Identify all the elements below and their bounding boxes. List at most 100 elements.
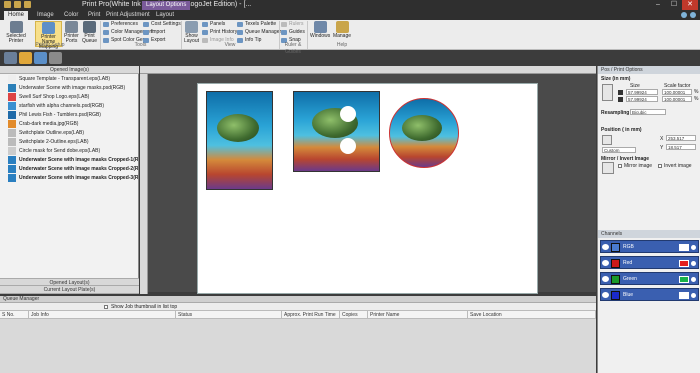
- col-save-location[interactable]: Save Location: [468, 311, 596, 319]
- mirror-image-checkbox[interactable]: [618, 164, 622, 168]
- zoom-tool-icon[interactable]: [19, 52, 32, 64]
- group-label-tools: Tools: [134, 42, 147, 48]
- channel-row-green[interactable]: Green: [600, 272, 699, 285]
- close-button[interactable]: ✕: [682, 0, 698, 10]
- channel-row-blue[interactable]: Blue: [600, 288, 699, 301]
- image-thumbnail: [8, 138, 16, 146]
- channel-color-swatch[interactable]: [679, 292, 689, 299]
- tab-home[interactable]: Home: [4, 11, 29, 20]
- minimize-button[interactable]: –: [650, 0, 666, 10]
- channel-options-icon[interactable]: [691, 277, 696, 282]
- image-list-item[interactable]: Underwater Scene with image masks.psd(RG…: [8, 84, 138, 92]
- image-list-item[interactable]: Underwater Scene with image masks Croppe…: [8, 156, 138, 164]
- channel-color-swatch[interactable]: [679, 276, 689, 283]
- tab-print-adjustment[interactable]: Print Adjustment: [102, 11, 154, 20]
- panels-button[interactable]: Panels: [202, 21, 225, 28]
- image-list-item[interactable]: Switchplate Outline.eps(LAB): [8, 129, 138, 137]
- channel-options-icon[interactable]: [691, 293, 696, 298]
- invert-image-checkbox[interactable]: [658, 164, 662, 168]
- height-field[interactable]: 57.99924: [626, 96, 658, 102]
- help-icon[interactable]: [681, 12, 687, 18]
- image-thumbnail: [8, 120, 16, 128]
- image-list-item[interactable]: Square Template - Transparent.eps(LAB): [8, 75, 138, 83]
- preferences-button[interactable]: Preferences: [103, 21, 138, 28]
- maximize-button[interactable]: ☐: [666, 0, 682, 10]
- image-list-item[interactable]: Phil Lewis Fish - Tumblers.psd(RGB): [8, 111, 138, 119]
- info-icon[interactable]: [690, 12, 696, 18]
- select-tool-icon[interactable]: [34, 52, 47, 64]
- cost-settings-button[interactable]: Cost Settings: [143, 21, 181, 28]
- mirror-image-label: Mirror image: [624, 163, 653, 169]
- scale-unit-height: %: [694, 96, 699, 102]
- channel-color-swatch[interactable]: [679, 260, 689, 267]
- col-print-run-time[interactable]: Approx. Print Run Time: [282, 311, 340, 319]
- show-thumbnail-checkbox[interactable]: [104, 305, 108, 309]
- move-tool-icon[interactable]: [4, 52, 17, 64]
- print-history-button[interactable]: Print History: [202, 29, 237, 36]
- col-copies[interactable]: Copies: [340, 311, 368, 319]
- image-list-item[interactable]: Switchplate 2-Outline.eps(LAB): [8, 138, 138, 146]
- windows-button[interactable]: Windows: [310, 21, 330, 47]
- image-list-label: Switchplate Outline.eps(LAB): [19, 130, 85, 136]
- rulers-button[interactable]: Rulers: [281, 21, 303, 28]
- scale-height-field[interactable]: 100.00001: [662, 96, 692, 102]
- channel-thumbnail: [611, 291, 620, 300]
- image-list-item[interactable]: starfish with alpha channels.psd(RGB): [8, 102, 138, 110]
- channel-row-red[interactable]: Red: [600, 256, 699, 269]
- image-thumbnail: [8, 111, 16, 119]
- eye-icon[interactable]: [602, 276, 609, 282]
- image-list-item[interactable]: Swell Surf Shop Logo.eps(LAB): [8, 93, 138, 101]
- channel-options-icon[interactable]: [691, 245, 696, 250]
- x-position-field[interactable]: 253.517: [666, 135, 696, 141]
- col-job-info[interactable]: Job Info: [29, 311, 176, 319]
- channel-row-rgb[interactable]: RGB: [600, 240, 699, 253]
- width-field[interactable]: 57.99924: [626, 89, 658, 95]
- group-label-ruler-guides: Ruler & Guides: [284, 42, 302, 55]
- queue-manager-button[interactable]: Queue Manager: [237, 29, 281, 36]
- tab-layout[interactable]: Layout: [152, 11, 178, 20]
- lock-aspect-icon[interactable]: [602, 84, 613, 101]
- image-list-item[interactable]: Circle mask for Send dobe.eps(LAB): [8, 147, 138, 155]
- layout-image-1[interactable]: [206, 91, 273, 190]
- col-printer-name[interactable]: Printer Name: [368, 311, 468, 319]
- position-anchor-icon[interactable]: [602, 135, 612, 145]
- app-icon[interactable]: [4, 1, 11, 8]
- quick-open-icon[interactable]: [24, 1, 31, 8]
- title-bar: Print Pro(White Ink Graphics Arts LogoJe…: [0, 0, 700, 11]
- layout-image-2[interactable]: [293, 91, 380, 172]
- queue-manager-title: Queue Manager: [0, 296, 596, 303]
- tab-color[interactable]: Color: [60, 11, 82, 20]
- quick-save-icon[interactable]: [14, 1, 21, 8]
- image-thumbnail: [8, 93, 16, 101]
- tool-strip: [0, 50, 140, 66]
- current-layout-plates-header[interactable]: Current Layout Plate(s): [0, 286, 139, 294]
- printer-mapping-icon: [42, 22, 55, 34]
- texels-palette-button[interactable]: Texels Palette: [237, 21, 276, 28]
- layout-image-3-circle[interactable]: [389, 98, 459, 168]
- image-thumbnail: [8, 174, 16, 182]
- layout-page[interactable]: [197, 83, 538, 294]
- col-sno[interactable]: S No.: [0, 311, 29, 319]
- tab-image[interactable]: Image: [33, 11, 58, 20]
- channel-options-icon[interactable]: [691, 261, 696, 266]
- scale-width-field[interactable]: 100.00001: [662, 89, 692, 95]
- resampling-select[interactable]: Bicubic: [630, 109, 666, 115]
- image-list-label: starfish with alpha channels.psd(RGB): [19, 103, 105, 109]
- opened-layouts-header[interactable]: Opened Layout(s): [0, 278, 139, 286]
- channel-thumbnail: [611, 259, 620, 268]
- image-list-item[interactable]: Crab-dark media.jpg(RGB): [8, 120, 138, 128]
- switchplate-hole: [340, 106, 356, 122]
- image-list-item[interactable]: Underwater Scene with image masks Croppe…: [8, 174, 138, 182]
- y-position-field[interactable]: 18.517: [666, 144, 696, 150]
- eye-icon[interactable]: [602, 244, 609, 250]
- pen-tool-icon[interactable]: [49, 52, 62, 64]
- channel-color-swatch[interactable]: [679, 244, 689, 251]
- eye-icon[interactable]: [602, 292, 609, 298]
- eye-icon[interactable]: [602, 260, 609, 266]
- col-status[interactable]: Status: [176, 311, 282, 319]
- position-select[interactable]: Custom: [602, 147, 636, 153]
- guides-button[interactable]: Guides: [281, 29, 305, 36]
- image-list-item[interactable]: Underwater Scene with image masks Croppe…: [8, 165, 138, 173]
- import-button[interactable]: Import: [143, 29, 165, 36]
- horizontal-ruler: [140, 66, 596, 74]
